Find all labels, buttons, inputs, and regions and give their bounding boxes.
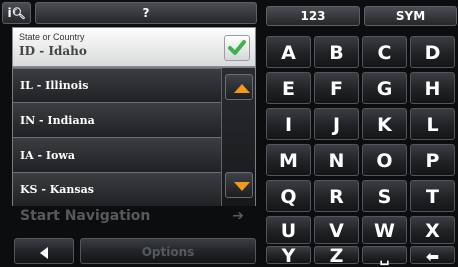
search-button[interactable]: i🔍︎ <box>2 2 31 24</box>
key-label: Q <box>280 186 297 208</box>
key-label: U <box>280 220 297 242</box>
key-i[interactable]: I <box>266 108 311 140</box>
key-label: H <box>424 78 441 100</box>
key-j[interactable]: J <box>314 108 359 140</box>
arrow-up-icon <box>234 84 250 93</box>
key-label: K <box>377 114 392 136</box>
input-label: State or Country <box>19 32 85 42</box>
key-g[interactable]: G <box>362 72 407 104</box>
scroll-up-button[interactable] <box>225 74 253 100</box>
arrow-down-icon <box>234 182 250 191</box>
key-s[interactable]: S <box>362 180 407 212</box>
help-button[interactable]: ? <box>35 2 257 24</box>
key-f[interactable]: F <box>314 72 359 104</box>
checkmark-icon <box>228 40 246 55</box>
backspace-key[interactable]: ⬅ <box>410 246 455 266</box>
key-e[interactable]: E <box>266 72 311 104</box>
key-label: F <box>330 78 343 100</box>
key-label: I <box>284 114 293 136</box>
numeric-keyboard-button[interactable]: 123 <box>266 6 360 26</box>
key-label: Y <box>281 245 296 267</box>
key-label: A <box>281 42 296 64</box>
key-label: E <box>282 78 295 100</box>
key-label: G <box>376 78 393 100</box>
back-button[interactable] <box>14 238 74 264</box>
suggestion-item[interactable]: IN - Indiana <box>13 102 221 137</box>
key-q[interactable]: Q <box>266 180 311 212</box>
key-v[interactable]: V <box>314 216 359 244</box>
key-label: J <box>332 114 341 136</box>
key-m[interactable]: M <box>266 144 311 176</box>
key-label: O <box>376 150 393 172</box>
state-input-value[interactable]: ID - Idaho <box>19 44 87 58</box>
back-arrow-icon <box>40 246 48 259</box>
key-label: M <box>279 150 298 172</box>
suggestion-item[interactable]: IA - Iowa <box>13 137 221 172</box>
key-label: Z <box>329 245 344 267</box>
key-label: V <box>329 220 344 242</box>
key-label: B <box>329 42 344 64</box>
key-label: W <box>374 220 395 242</box>
space-icon: ␣ <box>379 250 390 266</box>
suggestion-list: IL - Illinois IN - Indiana IA - Iowa KS … <box>12 67 256 206</box>
start-navigation-button: Start Navigation ➔ <box>14 204 254 228</box>
key-y[interactable]: Y <box>266 245 311 267</box>
key-label: S <box>377 186 392 208</box>
key-u[interactable]: U <box>266 216 311 244</box>
key-n[interactable]: N <box>314 144 359 176</box>
key-o[interactable]: O <box>362 144 407 176</box>
key-label: X <box>425 220 440 242</box>
key-a[interactable]: A <box>266 36 311 68</box>
state-input-panel[interactable]: State or Country ID - Idaho <box>12 27 256 67</box>
suggestion-item[interactable]: KS - Kansas <box>13 172 221 206</box>
backspace-icon: ⬅ <box>425 247 440 266</box>
key-h[interactable]: H <box>410 72 455 104</box>
search-icon: 🔍︎ <box>11 7 26 20</box>
key-c[interactable]: C <box>362 36 407 68</box>
scroll-down-button[interactable] <box>225 172 253 198</box>
key-t[interactable]: T <box>410 180 455 212</box>
confirm-button[interactable] <box>224 35 250 61</box>
key-p[interactable]: P <box>410 144 455 176</box>
key-l[interactable]: L <box>410 108 455 140</box>
key-r[interactable]: R <box>314 180 359 212</box>
key-w[interactable]: W <box>362 216 407 244</box>
key-x[interactable]: X <box>410 216 455 244</box>
arrow-right-icon: ➔ <box>232 208 244 224</box>
symbol-keyboard-button[interactable]: SYM <box>364 6 457 26</box>
key-label: P <box>425 150 440 172</box>
key-b[interactable]: B <box>314 36 359 68</box>
space-key[interactable]: ␣ <box>362 246 407 266</box>
key-label: N <box>328 150 345 172</box>
key-label: D <box>424 42 441 64</box>
suggestion-item[interactable]: IL - Illinois <box>13 68 221 102</box>
options-button[interactable]: Options <box>80 238 256 264</box>
key-z[interactable]: Z <box>314 245 359 267</box>
key-label: C <box>377 42 392 64</box>
key-label: R <box>329 186 344 208</box>
key-d[interactable]: D <box>410 36 455 68</box>
key-k[interactable]: K <box>362 108 407 140</box>
key-label: L <box>426 114 439 136</box>
key-label: T <box>426 186 439 208</box>
